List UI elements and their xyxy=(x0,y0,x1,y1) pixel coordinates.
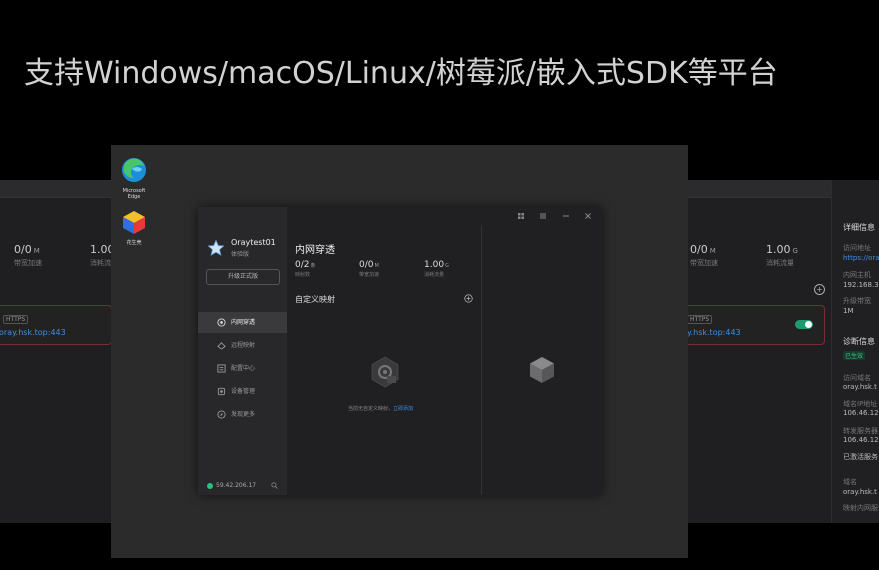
forward-value: 106.46.12 xyxy=(843,436,879,444)
add-now-link[interactable]: 立即添加 xyxy=(393,406,413,412)
sidebar-item-label: 内网穿透 xyxy=(231,319,256,326)
compass-icon xyxy=(217,410,226,419)
config-icon xyxy=(217,364,226,373)
sidebar-item-label: 远程映射 xyxy=(231,342,256,349)
empty-state-text: 当前无自定义映射，立即添加 xyxy=(348,406,414,412)
background-app-window-right: 0/0 M 带宽加速 1.00 G 消耗流量 + HTTPS y.hsk.top:4… xyxy=(688,180,879,523)
background-app-window-left: 0/0M 带宽加速 1.00 消耗流量 HTTPS oray.hsk.top:4… xyxy=(0,180,111,523)
access-url[interactable]: https://ora xyxy=(843,254,879,262)
page-title: 内网穿透 xyxy=(295,245,335,256)
desktop-icon-edge[interactable]: Microsoft Edge xyxy=(119,157,149,200)
desktop: Microsoft Edge 花生壳 Oraytest01 体验版 升级正式版 … xyxy=(111,145,688,558)
sidebar-item-label: 配置中心 xyxy=(231,365,256,372)
main-content: 内网穿透 0/2条 映射数 0/0M 带宽加速 1.00G 消耗流量 自定义映射 xyxy=(287,207,481,495)
avatar[interactable] xyxy=(208,240,224,256)
tunnel-icon xyxy=(217,318,226,327)
stat-traffic: 1.00G 消耗流量 xyxy=(424,260,449,278)
stat-traffic: 1.00G 消耗流量 xyxy=(766,243,798,267)
domain-value: oray.hsk.t xyxy=(843,383,877,391)
bandwidth-value: 1M xyxy=(843,307,854,315)
sidebar-item-discover[interactable]: 发现更多 xyxy=(198,404,287,425)
access-label: 访问地址 xyxy=(843,244,871,252)
sidebar: Oraytest01 体验版 升级正式版 内网穿透 远程映射 配置中心 设备管理 xyxy=(198,207,287,495)
domain2-label: 域名 xyxy=(843,478,857,486)
search-icon[interactable] xyxy=(271,482,278,489)
detail-title: 详细信息 xyxy=(843,223,875,232)
empty-state-icon xyxy=(371,356,399,388)
stat-mappings: 0/2条 映射数 xyxy=(295,260,316,278)
add-mapping-icon[interactable] xyxy=(464,294,473,303)
add-mapping-icon[interactable]: + xyxy=(814,284,825,295)
detail-panel: 详细信息 访问地址 https://ora 内网主机 192.168.3 升级带… xyxy=(831,180,879,523)
upgrade-button[interactable]: 升级正式版 xyxy=(206,269,280,285)
app-cube-icon xyxy=(123,211,145,234)
sidebar-item-devices[interactable]: 设备管理 xyxy=(198,381,287,402)
sidebar-item-remote[interactable]: 远程映射 xyxy=(198,335,287,356)
tunnel-link[interactable]: oray.hsk.top:443 xyxy=(0,328,66,337)
tunnel-toggle[interactable] xyxy=(795,320,813,329)
username: Oraytest01 xyxy=(231,238,276,247)
detail-panel xyxy=(481,225,602,495)
remote-icon xyxy=(217,342,226,350)
domain2-value: oray.hsk.t xyxy=(843,488,877,496)
minimize-icon[interactable] xyxy=(561,211,571,221)
sidebar-item-label: 发现更多 xyxy=(231,411,256,418)
user-tier: 体验版 xyxy=(231,251,250,258)
stat-bandwidth: 0/0M 带宽加速 xyxy=(359,260,380,278)
edge-icon xyxy=(122,158,146,182)
bandwidth-label: 升级带宽 xyxy=(843,297,871,305)
resolve-label: 域名IP地址 xyxy=(843,400,878,408)
service-status: 已激活服务 xyxy=(843,453,878,461)
protocol-tag: HTTPS xyxy=(3,315,29,324)
online-status-dot xyxy=(207,483,213,489)
forward-label: 转发服务器 xyxy=(843,427,878,435)
service-label: 映射内网服务 xyxy=(843,504,879,512)
page-headline: 支持Windows/macOS/Linux/树莓派/嵌入式SDK等平台 xyxy=(24,56,778,91)
diag-title: 诊断信息 xyxy=(843,337,875,346)
host-label: 内网主机 xyxy=(843,271,871,279)
tunnel-link[interactable]: y.hsk.top:443 xyxy=(688,328,741,337)
stat-bandwidth: 0/0M 带宽加速 xyxy=(690,243,718,267)
domain-label: 访问域名 xyxy=(843,374,871,382)
section-title: 自定义映射 xyxy=(295,295,335,304)
desktop-icon-label: 花生壳 xyxy=(126,240,142,246)
protocol-tag: HTTPS xyxy=(688,315,713,324)
status-badge: 已生效 xyxy=(843,351,866,360)
window-titlebar xyxy=(0,180,111,198)
devices-icon xyxy=(217,387,226,396)
public-ip: 59.42.206.17 xyxy=(216,482,257,489)
sidebar-item-tunnel[interactable]: 内网穿透 xyxy=(198,312,287,333)
tunnel-card[interactable]: HTTPS y.hsk.top:443 xyxy=(688,305,825,345)
sidebar-item-label: 设备管理 xyxy=(231,388,256,395)
stat-traffic: 1.00 消耗流量 xyxy=(90,243,111,267)
desktop-icon-label: Microsoft Edge xyxy=(122,188,146,200)
sidebar-item-config[interactable]: 配置中心 xyxy=(198,358,287,379)
close-icon[interactable] xyxy=(583,211,593,221)
menu-icon[interactable] xyxy=(538,211,548,221)
stat-bandwidth: 0/0M 带宽加速 xyxy=(14,243,42,267)
app-window: Oraytest01 体验版 升级正式版 内网穿透 远程映射 配置中心 设备管理 xyxy=(198,207,602,495)
grid-icon[interactable] xyxy=(516,211,526,221)
cube-icon xyxy=(530,357,554,383)
tunnel-card[interactable]: HTTPS oray.hsk.top:443 xyxy=(0,305,111,345)
desktop-icon-app[interactable]: 花生壳 xyxy=(119,209,149,246)
resolve-value: 106.46.12 xyxy=(843,409,879,417)
host-value: 192.168.3 xyxy=(843,281,879,289)
